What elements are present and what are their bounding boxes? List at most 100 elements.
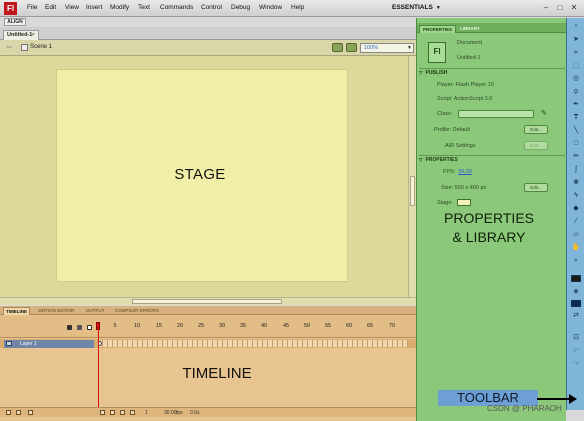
frames-strip[interactable] — [98, 340, 408, 347]
lasso-icon[interactable]: ϙ — [571, 88, 581, 96]
menu-control[interactable]: Control — [201, 4, 222, 11]
stage-color-label: Stage: — [437, 200, 453, 206]
selection-icon[interactable]: ➤ — [571, 36, 581, 44]
fps-value[interactable]: 30.00 — [458, 169, 472, 175]
pencil-icon[interactable]: ✎ — [541, 109, 547, 117]
tab-compiler-errors[interactable]: COMPILER ERRORS — [113, 307, 161, 315]
menu-file[interactable]: File — [27, 4, 37, 11]
menu-commands[interactable]: Commands — [160, 4, 193, 11]
tab-library[interactable]: LIBRARY — [457, 25, 483, 33]
current-frame: 1 — [145, 410, 148, 416]
stroke-color-swatch[interactable] — [571, 275, 581, 282]
onion-outline-icon[interactable] — [120, 410, 125, 415]
menu-text[interactable]: Text — [138, 4, 150, 11]
timeline-label: TIMELINE — [182, 365, 252, 382]
deco-icon[interactable]: ❀ — [571, 179, 581, 187]
stage[interactable]: STAGE — [56, 69, 348, 282]
menu-debug[interactable]: Debug — [231, 4, 250, 11]
3d-rotation-icon[interactable]: ◎ — [571, 75, 581, 83]
text-icon[interactable]: T — [571, 114, 581, 122]
scene-label: Scene 1 — [30, 44, 53, 50]
onion-skin-icon[interactable] — [110, 410, 115, 415]
menu-insert[interactable]: Insert — [86, 4, 102, 11]
playhead[interactable] — [96, 316, 100, 410]
edit-scene-icon[interactable] — [332, 43, 343, 52]
size-edit-button[interactable]: Edit... — [524, 183, 548, 192]
zoom-icon[interactable]: ⌕ — [571, 257, 581, 265]
menu-modify[interactable]: Modify — [110, 4, 129, 11]
big-label-line-2: & LIBRARY — [452, 229, 526, 245]
subselection-icon[interactable]: ➢ — [571, 49, 581, 57]
eye-icon[interactable] — [67, 325, 72, 330]
tab-output[interactable]: OUTPUT — [84, 307, 107, 315]
workspace-switcher[interactable]: ESSENTIALS ▼ — [392, 4, 441, 11]
elapsed-time: 0.0s — [190, 410, 200, 416]
layer-name[interactable]: Layer 1 — [4, 340, 94, 348]
swap-colors-icon[interactable]: ⇄ — [571, 312, 581, 320]
zoom-select[interactable]: 100% ▼ — [360, 43, 414, 53]
menu-view[interactable]: View — [65, 4, 79, 11]
air-edit-button[interactable]: Edit... — [524, 141, 548, 150]
menu-edit[interactable]: Edit — [45, 4, 56, 11]
edit-symbols-icon[interactable] — [346, 43, 357, 52]
snap-to-objects-icon[interactable]: ⊡ — [571, 334, 581, 342]
publish-section-header[interactable]: ▽ PUBLISH — [419, 68, 565, 77]
menu-help[interactable]: Help — [291, 4, 304, 11]
pen-icon[interactable]: ✒ — [571, 101, 581, 109]
timeline-tab-bar: TIMELINE MOTION EDITOR OUTPUT COMPILER E… — [0, 306, 416, 315]
smooth-icon[interactable]: ↶ — [571, 348, 581, 356]
edit-multiple-frames-icon[interactable] — [130, 410, 135, 415]
vertical-scrollbar[interactable] — [408, 56, 416, 297]
doc-type-label: Document — [457, 40, 483, 46]
pencil-icon[interactable]: ✏ — [571, 153, 581, 161]
brush-icon[interactable]: ʃ — [571, 166, 581, 174]
horizontal-scrollbar[interactable] — [0, 297, 416, 305]
center-frame-icon[interactable] — [100, 410, 105, 415]
delete-layer-icon[interactable] — [28, 410, 33, 415]
edit-bar: ⇦ Scene 1 100% ▼ — [0, 40, 416, 56]
timeline-panel: TIMELINE MOTION EDITOR OUTPUT COMPILER E… — [0, 306, 416, 421]
collapse-icon[interactable]: » — [571, 22, 581, 30]
properties-library-label: PROPERTIES & LIBRARY — [417, 209, 561, 247]
free-transform-icon[interactable]: ⬚ — [571, 62, 581, 70]
new-layer-icon[interactable] — [6, 410, 11, 415]
tab-timeline[interactable]: TIMELINE — [3, 307, 30, 315]
stage-color-swatch[interactable] — [457, 199, 471, 206]
maximize-button[interactable]: □ — [554, 3, 566, 14]
paint-bucket-icon[interactable]: ◆ — [571, 205, 581, 213]
frame-rate: 30.00 — [164, 410, 177, 416]
fill-color-swatch[interactable] — [571, 300, 581, 307]
layer-row[interactable]: Layer 1 — [0, 339, 416, 348]
scrollbar-thumb[interactable] — [132, 299, 282, 304]
hand-icon[interactable]: ✋ — [571, 244, 581, 252]
scrollbar-thumb[interactable] — [410, 176, 415, 206]
tab-motion-editor[interactable]: MOTION EDITOR — [36, 307, 76, 315]
align-panel-tab[interactable]: ALIGN — [4, 18, 26, 26]
bone-icon[interactable]: ϟ — [571, 192, 581, 200]
publish-header-label: PUBLISH — [425, 70, 448, 76]
profile-edit-button[interactable]: Edit... — [524, 125, 548, 134]
close-button[interactable]: ✕ — [568, 3, 580, 14]
outline-icon[interactable] — [87, 325, 92, 330]
profile-label: Profile: Default — [434, 127, 471, 133]
tab-properties[interactable]: PROPERTIES — [419, 25, 457, 33]
straighten-icon[interactable]: ↷ — [571, 361, 581, 369]
eyedropper-icon[interactable]: ⁄ — [571, 218, 581, 226]
back-arrow-icon[interactable]: ⇦ — [6, 43, 12, 51]
ruler-tick: 55 — [324, 323, 332, 329]
lock-icon[interactable] — [77, 325, 82, 330]
ruler-tick: 60 — [345, 323, 353, 329]
workspace-label: ESSENTIALS — [392, 4, 433, 11]
playhead-handle[interactable] — [96, 322, 100, 330]
menu-window[interactable]: Window — [259, 4, 282, 11]
properties-section-header[interactable]: ▽ PROPERTIES — [419, 155, 565, 164]
eraser-icon[interactable]: ▱ — [571, 231, 581, 239]
document-tab[interactable]: Untitled-1 × — [3, 30, 39, 40]
line-icon[interactable]: ╲ — [571, 127, 581, 135]
class-input[interactable] — [458, 110, 534, 118]
minimize-button[interactable]: – — [540, 3, 552, 14]
rectangle-icon[interactable]: □ — [571, 140, 581, 148]
new-folder-icon[interactable] — [16, 410, 21, 415]
close-tab-icon[interactable]: × — [32, 31, 35, 40]
pasteboard: STAGE — [0, 56, 408, 297]
